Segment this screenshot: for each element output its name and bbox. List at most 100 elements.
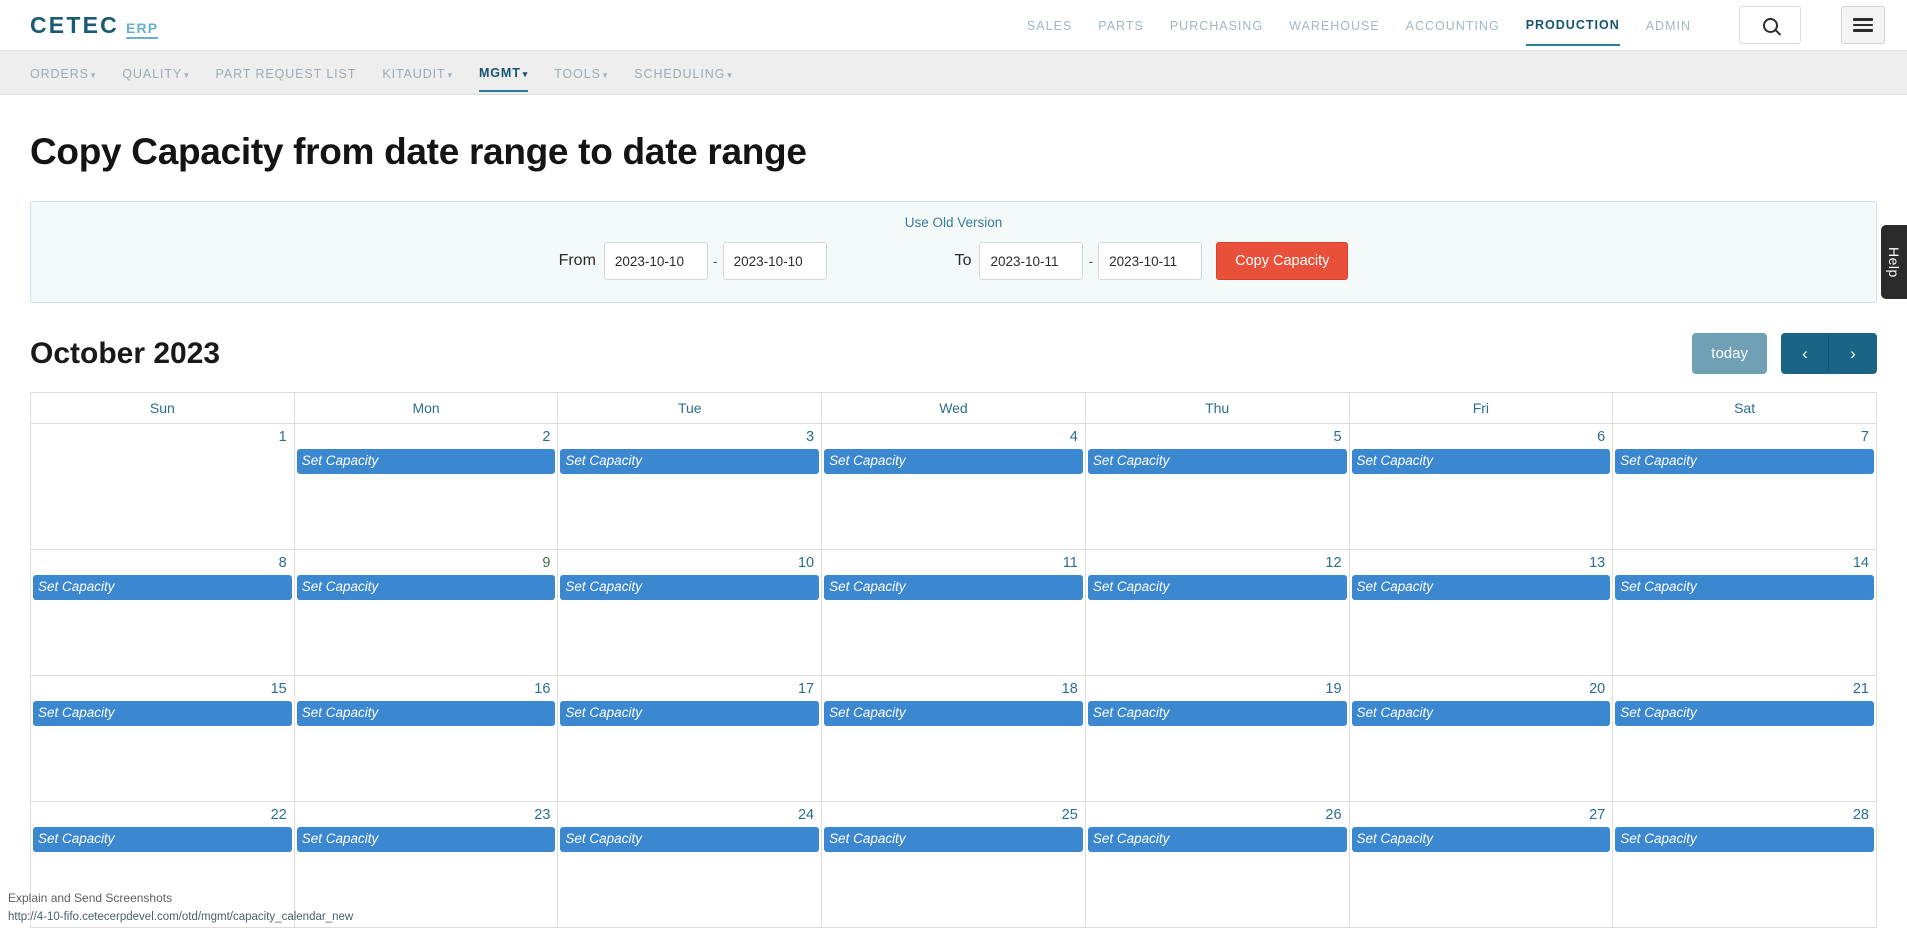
calendar-day-cell-27[interactable]: 27Set Capacity xyxy=(1349,802,1613,928)
calendar-day-cell-28[interactable]: 28Set Capacity xyxy=(1613,802,1877,928)
calendar-day-cell-18[interactable]: 18Set Capacity xyxy=(822,676,1086,802)
calendar-day-cell-24[interactable]: 24Set Capacity xyxy=(558,802,822,928)
set-capacity-event[interactable]: Set Capacity xyxy=(1615,449,1874,474)
nav-item-admin[interactable]: ADMIN xyxy=(1646,5,1691,45)
nav-item-accounting[interactable]: ACCOUNTING xyxy=(1406,5,1500,45)
nav-item-parts[interactable]: PARTS xyxy=(1098,5,1144,45)
calendar-day-cell-4[interactable]: 4Set Capacity xyxy=(822,424,1086,550)
set-capacity-event[interactable]: Set Capacity xyxy=(824,701,1083,726)
set-capacity-event[interactable]: Set Capacity xyxy=(1615,575,1874,600)
set-capacity-event[interactable]: Set Capacity xyxy=(33,827,292,852)
calendar-day-cell-9[interactable]: 9Set Capacity xyxy=(294,550,558,676)
calendar-day-cell-26[interactable]: 26Set Capacity xyxy=(1085,802,1349,928)
from-end-date-input[interactable] xyxy=(723,242,827,280)
calendar-day-cell-22[interactable]: 22Set Capacity xyxy=(31,802,295,928)
calendar-day-cell-2[interactable]: 2Set Capacity xyxy=(294,424,558,550)
calendar-day-cell-14[interactable]: 14Set Capacity xyxy=(1613,550,1877,676)
subnav-item-scheduling[interactable]: SCHEDULING▾ xyxy=(634,55,732,91)
set-capacity-event[interactable]: Set Capacity xyxy=(1615,701,1874,726)
calendar-day-cell-16[interactable]: 16Set Capacity xyxy=(294,676,558,802)
set-capacity-event[interactable]: Set Capacity xyxy=(1088,575,1347,600)
calendar-day-number: 2 xyxy=(295,424,558,449)
calendar-day-cell-13[interactable]: 13Set Capacity xyxy=(1349,550,1613,676)
set-capacity-event[interactable]: Set Capacity xyxy=(824,449,1083,474)
to-end-date-input[interactable] xyxy=(1098,242,1202,280)
set-capacity-event[interactable]: Set Capacity xyxy=(33,575,292,600)
previous-month-button[interactable]: ‹ xyxy=(1781,333,1829,374)
set-capacity-event[interactable]: Set Capacity xyxy=(297,449,556,474)
set-capacity-event[interactable]: Set Capacity xyxy=(560,827,819,852)
subnav-item-tools[interactable]: TOOLS▾ xyxy=(554,55,608,91)
calendar-day-number: 17 xyxy=(558,676,821,701)
calendar-day-cell-19[interactable]: 19Set Capacity xyxy=(1085,676,1349,802)
calendar-day-cell-12[interactable]: 12Set Capacity xyxy=(1085,550,1349,676)
set-capacity-event[interactable]: Set Capacity xyxy=(560,575,819,600)
subnav-item-mgmt[interactable]: MGMT▾ xyxy=(479,54,528,92)
calendar-day-number: 9 xyxy=(295,550,558,575)
help-tab-label: Help xyxy=(1886,247,1902,278)
calendar-day-cell-17[interactable]: 17Set Capacity xyxy=(558,676,822,802)
from-start-date-input[interactable] xyxy=(604,242,708,280)
set-capacity-event[interactable]: Set Capacity xyxy=(560,701,819,726)
set-capacity-event[interactable]: Set Capacity xyxy=(33,701,292,726)
set-capacity-event[interactable]: Set Capacity xyxy=(1352,701,1611,726)
calendar-day-cell-25[interactable]: 25Set Capacity xyxy=(822,802,1086,928)
use-old-version-link[interactable]: Use Old Version xyxy=(905,215,1003,230)
set-capacity-event[interactable]: Set Capacity xyxy=(1352,449,1611,474)
set-capacity-event[interactable]: Set Capacity xyxy=(1352,575,1611,600)
nav-item-warehouse[interactable]: WAREHOUSE xyxy=(1289,5,1380,45)
calendar-day-cell-23[interactable]: 23Set Capacity xyxy=(294,802,558,928)
calendar-day-cell-11[interactable]: 11Set Capacity xyxy=(822,550,1086,676)
calendar-day-cell-21[interactable]: 21Set Capacity xyxy=(1613,676,1877,802)
set-capacity-event[interactable]: Set Capacity xyxy=(297,827,556,852)
from-label: From xyxy=(559,252,596,270)
chevron-left-icon: ‹ xyxy=(1802,344,1808,364)
calendar-day-cell-1[interactable]: 1 xyxy=(31,424,295,550)
chevron-down-icon: ▾ xyxy=(603,70,608,80)
set-capacity-event[interactable]: Set Capacity xyxy=(824,827,1083,852)
calendar-day-cell-7[interactable]: 7Set Capacity xyxy=(1613,424,1877,550)
set-capacity-event[interactable]: Set Capacity xyxy=(560,449,819,474)
page-content: Copy Capacity from date range to date ra… xyxy=(0,131,1907,928)
set-capacity-event[interactable]: Set Capacity xyxy=(1088,449,1347,474)
nav-item-sales[interactable]: SALES xyxy=(1027,5,1072,45)
help-tab-button[interactable]: Help xyxy=(1881,225,1907,299)
calendar-day-cell-3[interactable]: 3Set Capacity xyxy=(558,424,822,550)
copy-capacity-button[interactable]: Copy Capacity xyxy=(1216,242,1348,280)
calendar-day-number: 12 xyxy=(1086,550,1349,575)
calendar-day-cell-20[interactable]: 20Set Capacity xyxy=(1349,676,1613,802)
next-month-button[interactable]: › xyxy=(1829,333,1877,374)
calendar-day-cell-5[interactable]: 5Set Capacity xyxy=(1085,424,1349,550)
set-capacity-event[interactable]: Set Capacity xyxy=(824,575,1083,600)
nav-item-purchasing[interactable]: PURCHASING xyxy=(1170,5,1263,45)
nav-item-production[interactable]: PRODUCTION xyxy=(1526,4,1620,46)
calendar-day-cell-6[interactable]: 6Set Capacity xyxy=(1349,424,1613,550)
calendar-day-number: 13 xyxy=(1350,550,1613,575)
main-menu-button[interactable] xyxy=(1841,6,1885,44)
to-label: To xyxy=(955,252,972,270)
today-button[interactable]: today xyxy=(1692,333,1767,374)
calendar-day-number: 8 xyxy=(31,550,294,575)
calendar-day-cell-15[interactable]: 15Set Capacity xyxy=(31,676,295,802)
search-button[interactable] xyxy=(1739,6,1801,44)
calendar-day-number: 16 xyxy=(295,676,558,701)
subnav-item-part-request-list[interactable]: PART REQUEST LIST xyxy=(216,55,357,91)
to-start-date-input[interactable] xyxy=(979,242,1083,280)
subnav-label-scheduling: SCHEDULING xyxy=(634,67,725,81)
set-capacity-event[interactable]: Set Capacity xyxy=(1615,827,1874,852)
weekday-header-sat: Sat xyxy=(1613,393,1877,424)
set-capacity-event[interactable]: Set Capacity xyxy=(1088,827,1347,852)
calendar-day-cell-10[interactable]: 10Set Capacity xyxy=(558,550,822,676)
calendar-day-number: 3 xyxy=(558,424,821,449)
subnav-item-kitaudit[interactable]: KITAUDIT▾ xyxy=(382,55,453,91)
cetec-erp-logo[interactable]: CETEC ERP xyxy=(30,12,158,39)
set-capacity-event[interactable]: Set Capacity xyxy=(297,575,556,600)
subnav-item-orders[interactable]: ORDERS▾ xyxy=(30,55,96,91)
set-capacity-event[interactable]: Set Capacity xyxy=(297,701,556,726)
calendar-day-cell-8[interactable]: 8Set Capacity xyxy=(31,550,295,676)
set-capacity-event[interactable]: Set Capacity xyxy=(1352,827,1611,852)
set-capacity-event[interactable]: Set Capacity xyxy=(1088,701,1347,726)
calendar-week-row: 15Set Capacity16Set Capacity17Set Capaci… xyxy=(31,676,1877,802)
subnav-item-quality[interactable]: QUALITY▾ xyxy=(122,55,189,91)
capacity-calendar: Sun Mon Tue Wed Thu Fri Sat 12Set Capaci… xyxy=(30,392,1877,928)
